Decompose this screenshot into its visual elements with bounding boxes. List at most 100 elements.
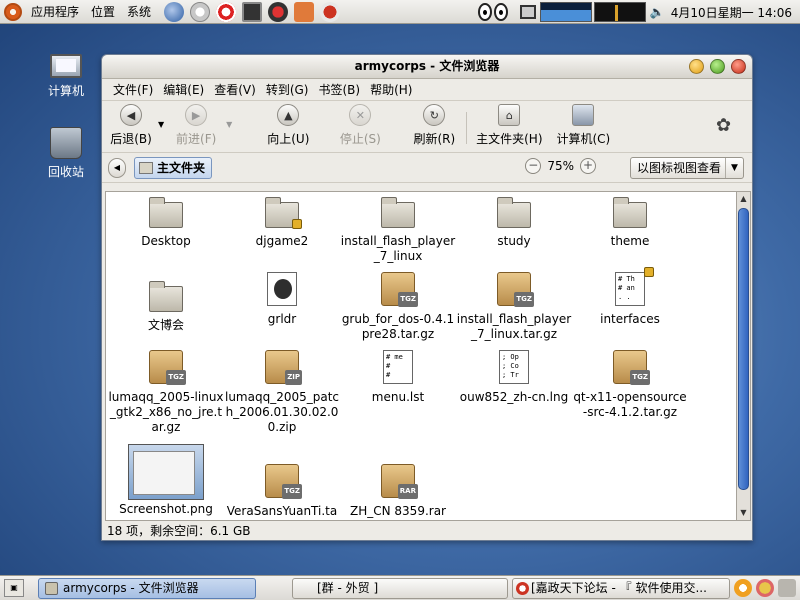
text-file-icon: # Th # an . . xyxy=(615,267,654,306)
menu-places[interactable]: 位置 xyxy=(85,0,121,24)
clock-app-icon[interactable] xyxy=(190,1,211,22)
file-item[interactable]: study xyxy=(456,196,572,249)
file-name: grub_for_dos-0.4.1pre28.tar.gz xyxy=(341,312,455,341)
menu-bookmarks[interactable]: 书签(B) xyxy=(313,81,365,98)
file-item[interactable]: grldr xyxy=(224,272,340,327)
ubuntu-logo-icon[interactable] xyxy=(4,2,22,21)
menu-help[interactable]: 帮助(H) xyxy=(365,81,417,98)
close-button[interactable] xyxy=(731,59,746,74)
help-icon[interactable] xyxy=(216,1,237,22)
file-name: Screenshot.png xyxy=(119,502,213,516)
maximize-button[interactable] xyxy=(710,59,725,74)
show-desktop-icon[interactable]: ▣ xyxy=(4,579,24,597)
desktop-icon-trash[interactable]: 回收站 xyxy=(36,127,96,180)
scroll-down-icon[interactable]: ▼ xyxy=(737,506,750,520)
file-item[interactable]: Screenshot.png xyxy=(108,444,224,517)
network-monitor[interactable] xyxy=(593,2,646,22)
menu-file[interactable]: 文件(F) xyxy=(108,81,158,98)
file-item[interactable]: TGZ qt-x11-opensource-src-4.1.2.tar.gz xyxy=(572,350,688,420)
file-item[interactable]: TGZ grub_for_dos-0.4.1pre28.tar.gz xyxy=(340,272,456,342)
file-item[interactable]: install_flash_player_7_linux xyxy=(340,196,456,264)
terminal-icon[interactable] xyxy=(242,1,263,22)
file-item[interactable]: djgame2 xyxy=(224,196,340,249)
folder-icon xyxy=(613,197,647,228)
reload-button[interactable]: ↻ 刷新(R) xyxy=(408,104,460,147)
toolbar-separator xyxy=(466,112,468,144)
computer-button[interactable]: 计算机(C) xyxy=(553,104,613,147)
file-item[interactable]: Desktop xyxy=(108,196,224,249)
archive-tag: RAR xyxy=(397,484,418,499)
speaker-icon[interactable]: 🔈 xyxy=(650,5,665,19)
menu-go[interactable]: 转到(G) xyxy=(261,81,314,98)
file-name: lumaqq_2005-linux_gtk2_x86_no_jre.tar.gz xyxy=(108,390,224,434)
trash-applet-icon[interactable] xyxy=(778,579,796,597)
system-tray: 🔈 4月10日星期一 14:06 xyxy=(477,0,800,24)
view-mode-select[interactable]: 以图标视图查看 ▼ xyxy=(630,157,744,179)
menu-edit[interactable]: 编辑(E) xyxy=(158,81,209,98)
file-item[interactable]: 文博会 xyxy=(108,280,224,333)
vertical-scrollbar[interactable]: ▲ ▼ xyxy=(737,191,751,521)
taskbar-item-forum[interactable]: [嘉政天下论坛 - 『 软件使用交... xyxy=(512,577,730,599)
taskbar-item-file-browser[interactable]: armycorps - 文件浏览器 xyxy=(38,577,256,599)
desktop-icon-computer[interactable]: 计算机 xyxy=(36,50,96,99)
file-name: theme xyxy=(610,234,650,248)
cpu-monitor[interactable] xyxy=(539,2,592,22)
app-launcher-icon[interactable] xyxy=(294,1,315,22)
window-titlebar[interactable]: armycorps - 文件浏览器 xyxy=(102,55,752,79)
file-item[interactable]: # me # # menu.lst xyxy=(340,350,456,405)
file-name: VeraSansYuanTi.ta xyxy=(226,504,338,518)
trash-icon xyxy=(50,127,82,159)
up-label: 向上(U) xyxy=(267,132,310,146)
opera-icon[interactable] xyxy=(320,1,341,22)
path-crumb-home[interactable]: 主文件夹 xyxy=(134,156,213,179)
file-item[interactable]: ; Op ; Co ; Tr ouw852_zh-cn.lng xyxy=(456,350,572,405)
zoom-in-button[interactable]: + xyxy=(580,158,596,174)
home-button[interactable]: ⌂ 主文件夹(H) xyxy=(473,104,545,147)
taskbar-item-chat[interactable]: [群 - 外贸 ] xyxy=(292,577,508,599)
zoom-out-button[interactable]: − xyxy=(525,158,542,174)
file-item[interactable]: ZIP lumaqq_2005_patch_2006.01.30.02.00.z… xyxy=(224,350,340,435)
messenger-icon[interactable] xyxy=(268,1,289,22)
home-label: 主文件夹(H) xyxy=(476,132,543,146)
file-item[interactable]: RAR ZH_CN 8359.rar xyxy=(340,464,456,519)
forward-button[interactable]: ▶ 前进(F) xyxy=(170,104,222,147)
file-name: djgame2 xyxy=(255,234,309,248)
menu-system[interactable]: 系统 xyxy=(121,0,157,24)
path-left-arrow-icon[interactable]: ◀ xyxy=(108,157,126,178)
user-status-icon[interactable] xyxy=(756,579,774,597)
update-notifier-icon[interactable] xyxy=(734,579,752,597)
icon-text-line: # xyxy=(386,371,391,379)
zoom-level[interactable]: 75% xyxy=(547,159,574,173)
launchers xyxy=(161,1,343,22)
icon-text-line: # Th xyxy=(618,275,635,283)
file-item[interactable]: TGZ install_flash_player_7_linux.tar.gz xyxy=(456,272,572,342)
scroll-thumb[interactable] xyxy=(738,208,749,490)
forward-history-dropdown-icon[interactable]: ▼ xyxy=(226,120,232,129)
up-button[interactable]: ▲ 向上(U) xyxy=(262,104,314,147)
file-item[interactable]: theme xyxy=(572,196,688,249)
menu-applications[interactable]: 应用程序 xyxy=(25,0,85,24)
file-item[interactable]: # Th # an . . interfaces xyxy=(572,267,688,327)
home-icon: ⌂ xyxy=(498,104,521,126)
clock[interactable]: 4月10日星期一 14:06 xyxy=(671,4,800,21)
icon-text-line: ; Op xyxy=(502,353,519,361)
file-name: ZH_CN 8359.rar xyxy=(350,504,446,518)
archive-tag: ZIP xyxy=(285,370,302,385)
archive-icon: TGZ xyxy=(381,272,418,307)
menubar: 文件(F) 编辑(E) 查看(V) 转到(G) 书签(B) 帮助(H) xyxy=(102,79,752,101)
toolbar: ◀ 后退(B) ▼ ▶ 前进(F) ▼ ▲ 向上(U) ✕ 停止(S) ↻ 刷新… xyxy=(102,101,752,153)
stop-button[interactable]: ✕ 停止(S) xyxy=(334,104,386,147)
workspace-switcher-icon[interactable] xyxy=(519,5,536,19)
web-browser-icon[interactable] xyxy=(164,1,185,22)
computer-label: 计算机(C) xyxy=(556,132,611,146)
file-icon-view[interactable]: Desktop djgame2 install_flash_player_7_l… xyxy=(105,191,737,521)
file-name: install_flash_player_7_linux xyxy=(340,234,456,263)
scroll-up-icon[interactable]: ▲ xyxy=(737,192,750,206)
file-item[interactable]: TGZ VeraSansYuanTi.ta xyxy=(224,464,340,519)
notification-area xyxy=(730,579,796,597)
minimize-button[interactable] xyxy=(689,59,704,74)
back-history-dropdown-icon[interactable]: ▼ xyxy=(158,120,164,129)
file-item[interactable]: TGZ lumaqq_2005-linux_gtk2_x86_no_jre.ta… xyxy=(108,350,224,435)
back-button[interactable]: ◀ 后退(B) xyxy=(108,104,154,147)
menu-view[interactable]: 查看(V) xyxy=(209,81,261,98)
